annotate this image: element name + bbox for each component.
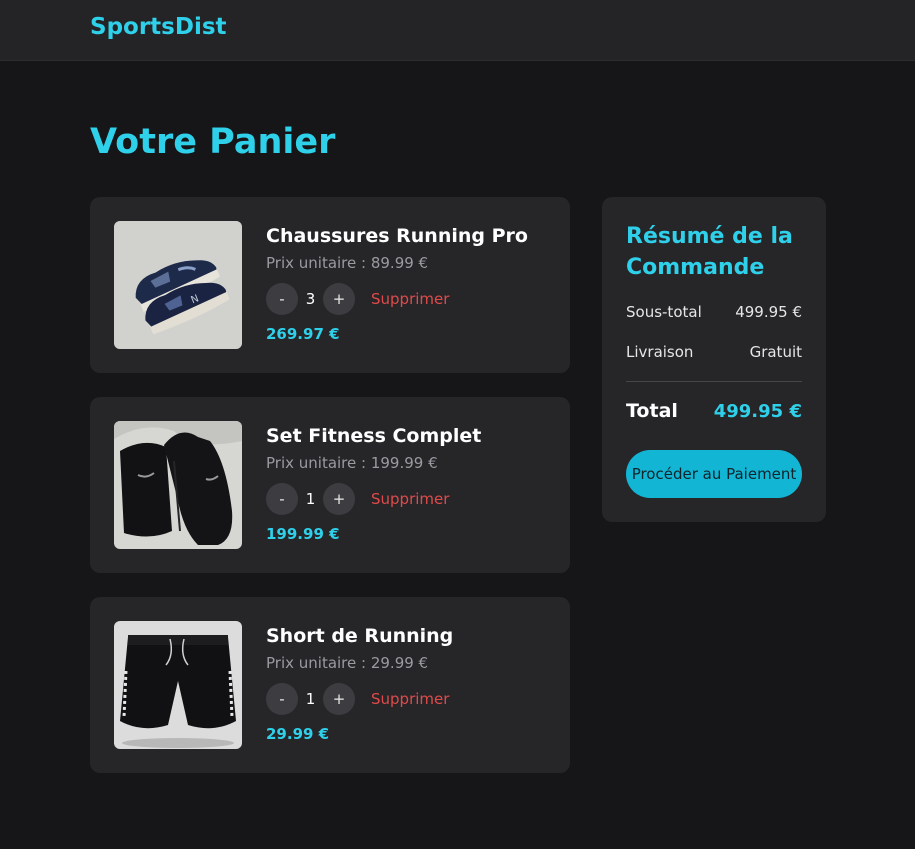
quantity-value: 3: [305, 290, 316, 308]
checkout-button[interactable]: Procéder au Paiement: [626, 450, 802, 498]
order-summary-panel: Résumé de la Commande Sous-total 499.95 …: [602, 197, 826, 522]
line-total: 29.99 €: [266, 725, 330, 743]
product-image: [114, 421, 242, 549]
subtotal-label: Sous-total: [626, 303, 702, 321]
cart-item: Set Fitness Complet Prix unitaire : 199.…: [90, 397, 570, 573]
summary-divider: [626, 381, 802, 382]
shipping-value: Gratuit: [749, 343, 802, 361]
subtotal-value: 499.95 €: [735, 303, 802, 321]
increase-quantity-button[interactable]: +: [323, 283, 355, 315]
running-shoes-icon: N: [114, 221, 242, 349]
total-value: 499.95 €: [713, 401, 802, 422]
unit-price: Prix unitaire : 199.99 €: [266, 454, 438, 472]
total-row: Total 499.95 €: [626, 400, 802, 422]
summary-title: Résumé de la Commande: [626, 224, 793, 280]
increase-quantity-button[interactable]: +: [323, 683, 355, 715]
page-title: Votre Panier: [90, 122, 336, 162]
cart-item: Short de Running Prix unitaire : 29.99 €…: [90, 597, 570, 773]
product-name[interactable]: Set Fitness Complet: [266, 425, 481, 447]
product-image: N: [114, 221, 242, 349]
product-name[interactable]: Chaussures Running Pro: [266, 225, 528, 247]
tracksuit-icon: [114, 421, 242, 549]
unit-price: Prix unitaire : 29.99 €: [266, 654, 429, 672]
decrease-quantity-button[interactable]: -: [266, 683, 298, 715]
line-total: 269.97 €: [266, 325, 340, 343]
shipping-row: Livraison Gratuit: [626, 343, 802, 361]
shipping-label: Livraison: [626, 343, 694, 361]
product-name[interactable]: Short de Running: [266, 625, 453, 647]
quantity-value: 1: [305, 490, 316, 508]
remove-item-button[interactable]: Supprimer: [371, 683, 449, 715]
decrease-quantity-button[interactable]: -: [266, 483, 298, 515]
brand-logo[interactable]: SportsDist: [90, 14, 227, 40]
subtotal-row: Sous-total 499.95 €: [626, 303, 802, 321]
remove-item-button[interactable]: Supprimer: [371, 483, 449, 515]
quantity-value: 1: [305, 690, 316, 708]
line-total: 199.99 €: [266, 525, 340, 543]
total-label: Total: [626, 400, 678, 422]
increase-quantity-button[interactable]: +: [323, 483, 355, 515]
remove-item-button[interactable]: Supprimer: [371, 283, 449, 315]
cart-item: N Chaussures Running Pro Prix unitaire :…: [90, 197, 570, 373]
product-image: [114, 621, 242, 749]
unit-price: Prix unitaire : 89.99 €: [266, 254, 429, 272]
running-shorts-icon: [114, 621, 242, 749]
decrease-quantity-button[interactable]: -: [266, 283, 298, 315]
top-navbar: SportsDist: [0, 0, 915, 61]
